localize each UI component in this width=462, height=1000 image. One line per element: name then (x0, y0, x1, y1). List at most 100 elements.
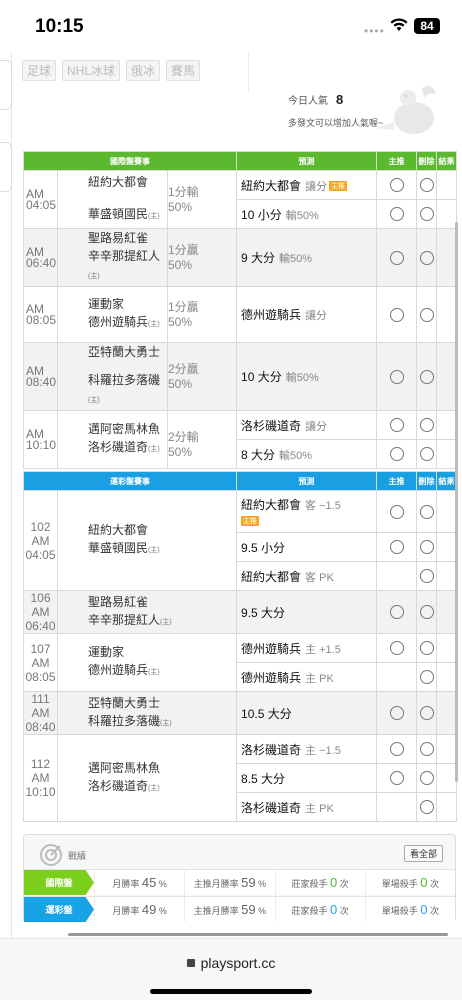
result-cell (436, 490, 458, 533)
away-team: 運動家 (88, 297, 125, 311)
record-label: 運彩盤 (24, 897, 94, 922)
odds-line: 2分輸 (168, 429, 199, 444)
delete-radio[interactable] (419, 207, 434, 222)
push-radio[interactable] (389, 504, 404, 519)
delete-radio[interactable] (419, 447, 434, 462)
delete-radio[interactable] (419, 569, 434, 584)
view-all-button[interactable]: 看全部 (403, 845, 443, 862)
home-team: 德州遊騎兵 (88, 663, 149, 677)
delete-radio[interactable] (419, 178, 434, 193)
push-radio[interactable] (389, 641, 404, 656)
push-radio[interactable] (389, 250, 404, 265)
push-radio[interactable] (389, 605, 404, 620)
away-team: 運動家 (88, 645, 125, 659)
delete-radio[interactable] (419, 800, 434, 815)
prediction: 德州遊騎兵 讓分 (236, 286, 378, 343)
delete-radio[interactable] (419, 605, 434, 620)
pick-team: 紐約大都會 (241, 178, 302, 193)
sport-tag-horse[interactable]: 賽馬 (166, 60, 201, 81)
prediction: 8 大分 輸50% (236, 439, 378, 469)
away-team: 聖路易紅雀 (88, 594, 149, 609)
pick-team: 10 小分 (241, 207, 282, 222)
game-number: 111 (31, 692, 50, 706)
pick-note: 讓分 (305, 310, 328, 322)
lock-icon (186, 959, 195, 967)
push-badge: 主推 (241, 515, 260, 526)
home-tag: (主) (148, 784, 160, 792)
push-radio[interactable] (389, 742, 404, 757)
push-radio[interactable] (389, 178, 404, 193)
sport-tag-nhl[interactable]: NHL冰球 (62, 60, 121, 81)
odds-line: 1分贏 (168, 299, 199, 314)
result-cell (436, 532, 458, 562)
table-row: AM 10:10 邁阿密馬林魚 洛杉磯道奇(主) 2分輸 50% 洛杉磯道奇 讓分 (23, 410, 458, 469)
delete-radio[interactable] (419, 369, 434, 384)
header-result: 結果 (436, 151, 458, 171)
prediction: 10 大分 輸50% (236, 342, 378, 411)
sport-tag-khl[interactable]: 俄冰 (126, 60, 161, 81)
delete-radio[interactable] (419, 504, 434, 519)
popularity: 今日人氣 8 (288, 92, 343, 107)
battery-icon: 84 (414, 18, 440, 34)
pick-team: 德州遊騎兵 (241, 670, 302, 685)
game-teams: 亞特蘭大勇士 科羅拉多落磯(主) (56, 691, 238, 735)
bookie-killer: 莊家殺手 0 次 (274, 870, 365, 895)
header-push: 主推 (376, 471, 418, 491)
browser-address-bar[interactable]: playsport.cc (0, 938, 462, 1000)
signal-icon: •••• (364, 24, 385, 38)
push-badge: 主推 (329, 181, 348, 192)
home-team: 辛辛那提紅人 (88, 612, 161, 627)
game-number: 102 (30, 519, 51, 534)
game-info: 111 AM 08:40 (23, 691, 58, 735)
delete-radio[interactable] (419, 670, 434, 685)
prediction: 紐約大都會客 −1.5 主推 (236, 490, 378, 533)
delete-radio[interactable] (419, 250, 434, 265)
game-teams: 聖路易紅雀 辛辛那提紅人(主) (56, 590, 238, 634)
lottery-prediction-table: 運彩盤賽事 預測 主推 刪除 結果 102 AM 04:05 紐約大都會 華盛頓… (22, 471, 458, 822)
game-teams: 運動家 德州遊騎兵(主) (56, 633, 238, 692)
rail-tab[interactable] (0, 142, 12, 192)
status-time: 10:15 (35, 16, 84, 37)
wifi-icon (390, 18, 408, 31)
prediction: 洛杉磯道奇 讓分 (236, 410, 378, 440)
pick-note: 客 −1.5 (305, 500, 341, 512)
pick-note: 主 PK (305, 672, 334, 685)
home-team: 洛杉磯道奇 (88, 440, 149, 454)
delete-radio[interactable] (419, 307, 434, 322)
home-tag: (主) (88, 397, 100, 404)
left-rail (0, 52, 12, 938)
horizontal-scrollbar[interactable] (68, 933, 448, 936)
delete-radio[interactable] (419, 540, 434, 555)
push-radio[interactable] (389, 447, 404, 462)
url-display[interactable]: playsport.cc (0, 955, 462, 971)
result-cell (436, 792, 458, 822)
pick-team: 8.5 大分 (241, 771, 286, 786)
pick-team: 洛杉磯道奇 (241, 418, 302, 433)
header-games: 國際盤賽事 (22, 151, 238, 171)
push-radio[interactable] (389, 307, 404, 322)
delete-radio[interactable] (419, 641, 434, 656)
sport-tag-soccer[interactable]: 足球 (22, 60, 57, 81)
header-result: 結果 (436, 471, 458, 491)
record-row-intl: 國際盤 月勝率 45 % 主推月勝率 59 % 莊家殺手 0 次 單場殺手 0 … (24, 869, 455, 895)
delete-radio[interactable] (419, 418, 434, 433)
prediction: 8.5 大分 (236, 763, 378, 793)
push-radio[interactable] (389, 369, 404, 384)
pick-note: 輸50% (285, 209, 319, 222)
push-radio[interactable] (389, 207, 404, 222)
push-radio[interactable] (389, 540, 404, 555)
push-radio[interactable] (389, 771, 404, 786)
push-radio[interactable] (389, 706, 404, 721)
delete-radio[interactable] (419, 771, 434, 786)
pick-team: 洛杉磯道奇 (241, 800, 302, 815)
push-radio[interactable] (389, 418, 404, 433)
vertical-scrollbar[interactable] (455, 222, 458, 782)
rail-tab[interactable] (0, 60, 12, 110)
delete-radio[interactable] (419, 742, 434, 757)
home-tag: (主) (160, 719, 172, 727)
pick-team: 9 大分 (241, 251, 276, 265)
delete-radio[interactable] (419, 706, 434, 721)
result-cell (436, 590, 458, 634)
monthly-rate: 月勝率 49 % (94, 897, 184, 922)
away-team: 紐約大都會 (88, 523, 149, 537)
